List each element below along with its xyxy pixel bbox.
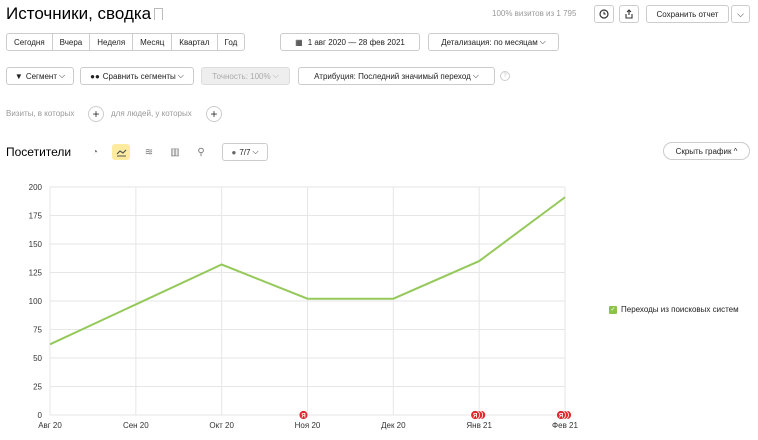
y-axis-ticks: 0 25 50 75 100 125 150 175 200 [29,183,43,420]
x-tick-label: Фев 21 [552,421,578,430]
compare-label: Сравнить сегменты [102,71,176,81]
period-week[interactable]: Неделя [90,34,134,50]
bar-chart-icon[interactable]: ▥ [166,144,184,160]
add-people-filter-button[interactable]: + [206,106,222,122]
y-tick-label: 0 [38,411,43,420]
y-tick-label: 25 [33,383,42,392]
export-icon [625,9,633,19]
detail-label: Детализация: по месяцам [441,37,538,47]
period-yesterday[interactable]: Вчера [53,34,91,50]
period-selector: Сегодня Вчера Неделя Месяц Квартал Год [6,33,246,51]
series-dot-icon: ● [231,147,237,157]
save-report-button[interactable]: Сохранить отчет [646,5,729,23]
x-tick-label: Окт 20 [209,421,234,430]
chevron-down-icon: ⌵ [539,37,546,46]
legend-series-label: Переходы из поисковых систем [621,305,739,314]
period-year[interactable]: Год [218,34,245,50]
chevron-down-icon: ⌵ [59,71,66,80]
y-tick-label: 125 [29,269,43,278]
chevron-down-icon: ⌵ [272,71,279,80]
period-today[interactable]: Сегодня [7,34,53,50]
y-tick-label: 200 [29,183,43,192]
y-tick-label: 75 [33,326,42,335]
bookmark-icon[interactable] [154,8,163,20]
y-tick-label: 100 [29,297,43,306]
map-pin-icon[interactable]: ⚲ [192,144,210,160]
x-tick-label: Янв 21 [466,421,492,430]
segment-dropdown[interactable]: ▼ Сегмент ⌵ [6,67,74,85]
segment-label: Сегмент [25,71,58,81]
period-quarter[interactable]: Квартал [172,34,218,50]
date-range-label: 1 авг 2020 — 28 фев 2021 [307,37,405,47]
date-range-button[interactable]: ▦ 1 авг 2020 — 28 фев 2021 [280,33,420,51]
visits-sampling-note: 100% визитов из 1 795 [492,9,577,18]
series-selector-dropdown[interactable]: ● 7/7 ⌵ [222,143,268,161]
chevron-down-icon: ⌵ [252,147,259,156]
accuracy-dropdown[interactable]: Точность: 100% ⌵ [201,67,290,85]
legend-checkbox[interactable]: ✓ [609,305,617,314]
chevron-down-icon: ⌵ [737,8,744,19]
y-tick-label: 175 [29,212,43,221]
compare-icon: ●● [90,71,100,81]
filter-icon: ▼ [14,71,23,81]
pie-chart-icon[interactable]: ◔ [86,144,104,160]
chevron-down-icon: ⌵ [177,71,184,80]
help-icon[interactable]: ? [500,71,510,81]
export-button[interactable] [619,5,639,23]
save-report-dropdown-button[interactable]: ⌵ [731,5,750,23]
calendar-icon: ▦ [295,37,303,47]
series-count: 7/7 [239,147,251,157]
attribution-label: Атрибуция: Последний значимый переход [314,71,471,81]
add-visits-filter-button[interactable]: + [88,106,104,122]
x-tick-label: Ноя 20 [295,421,321,430]
visits-filter-label: Визиты, в которых [6,109,75,118]
chevron-down-icon: ⌵ [472,71,479,80]
people-filter-label: для людей, у которых [111,109,192,118]
hide-chart-button[interactable]: Скрыть график ^ [663,142,750,160]
attribution-dropdown[interactable]: Атрибуция: Последний значимый переход ⌵ [298,67,495,85]
x-tick-label: Сен 20 [123,421,149,430]
period-month[interactable]: Месяц [133,34,173,50]
chart-section-title: Посетители [6,145,72,159]
clock-icon [599,9,609,19]
x-tick-label: Дек 20 [381,421,406,430]
x-axis-ticks: Авг 20 Сен 20 Окт 20 Ноя 20 Дек 20 Янв 21 Фев … [38,421,578,430]
accuracy-label: Точность: 100% [212,71,271,81]
visitors-line-chart: 0 25 50 75 100 125 150 175 200 Авг 20 Сен 20 Окт 2… [29,183,579,430]
chart-grid [49,186,566,416]
detail-dropdown[interactable]: Детализация: по месяцам ⌵ [428,33,559,51]
event-marker-label: Я [559,414,563,420]
area-chart-icon[interactable]: ≋ [140,144,158,160]
y-tick-label: 150 [29,240,43,249]
history-button[interactable] [594,5,614,23]
x-tick-label: Авг 20 [38,421,62,430]
event-marker-label: Я [301,414,305,420]
chart-legend: ✓ Переходы из поисковых систем [609,305,739,314]
compare-segments-button[interactable]: ●● Сравнить сегменты ⌵ [80,67,194,85]
page-title: Источники, сводка [6,4,152,23]
event-marker-label: Я [473,414,477,420]
line-chart-icon[interactable] [112,144,130,160]
y-tick-label: 50 [33,354,42,363]
